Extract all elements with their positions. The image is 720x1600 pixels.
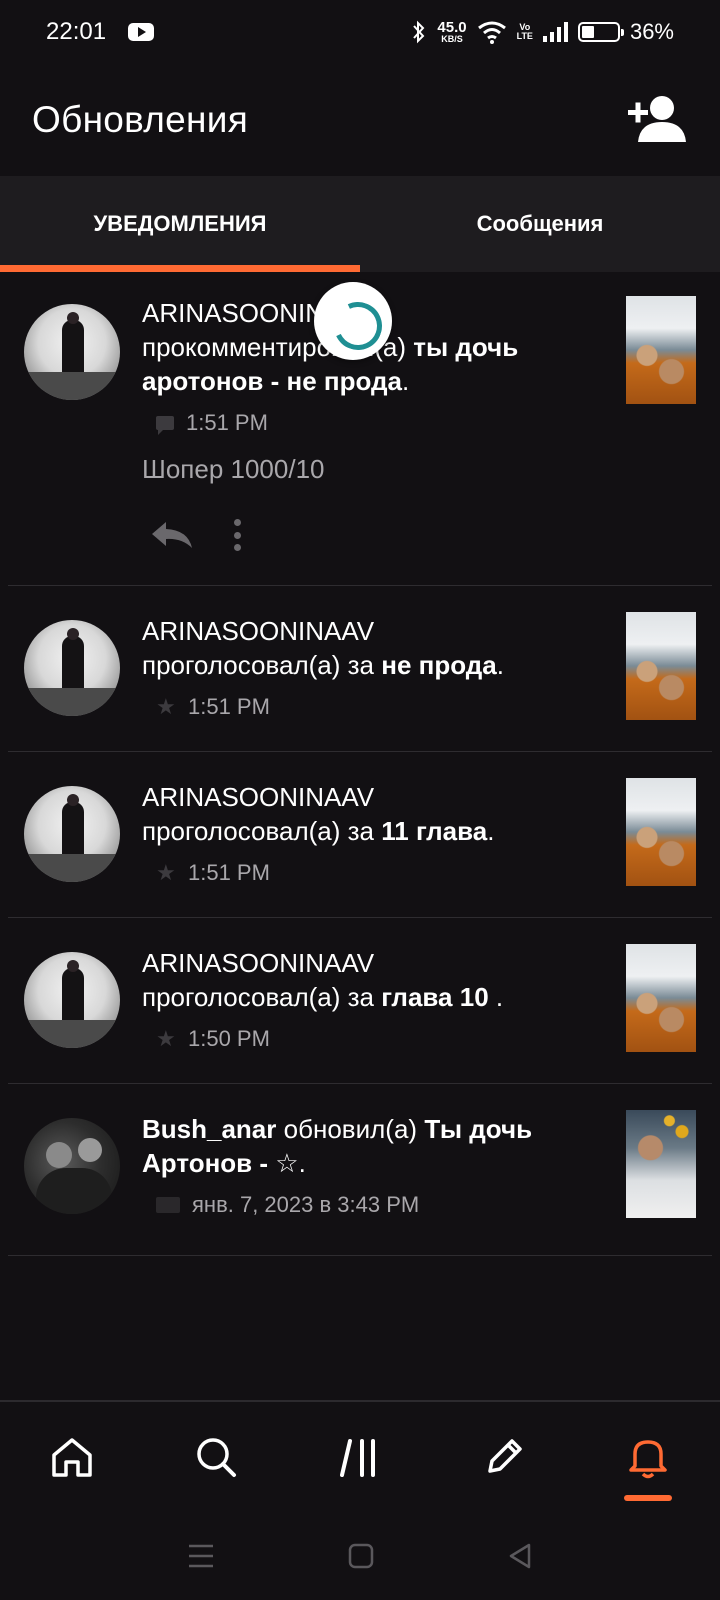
library-icon: [340, 1439, 375, 1477]
story-cover[interactable]: [626, 612, 696, 720]
timestamp: янв. 7, 2023 в 3:43 PM: [192, 1192, 420, 1217]
nav-library[interactable]: [320, 1417, 400, 1497]
comment-icon: [156, 416, 174, 435]
action-text: проголосовал(а) за: [142, 650, 375, 680]
notification-list: ARINASOONINAAV прокомментировал(а) ты до…: [0, 272, 720, 1256]
loading-spinner: [314, 282, 392, 360]
tab-messages[interactable]: Сообщения: [360, 176, 720, 272]
battery-percent: 36%: [629, 19, 674, 44]
timestamp: 1:51 PM: [188, 694, 270, 719]
menu-icon[interactable]: [187, 1543, 215, 1569]
list-item[interactable]: Bush_anar обновил(а) Ты дочь Артонов - ☆…: [8, 1084, 712, 1256]
notification-meta: ★ 1:51 PM: [142, 860, 604, 886]
add-friend-button[interactable]: [628, 94, 688, 146]
youtube-icon: [128, 23, 155, 41]
username[interactable]: ARINASOONINAAV: [142, 616, 374, 646]
action-text: проголосовал(а) за: [142, 816, 375, 846]
add-friend-icon: [628, 96, 686, 142]
home-icon: [52, 1438, 92, 1477]
star-icon: ★: [156, 860, 176, 885]
back-icon[interactable]: [507, 1542, 533, 1570]
app-header: Обновления: [0, 64, 720, 176]
home-square-icon[interactable]: [348, 1543, 374, 1569]
bluetooth-icon: [413, 20, 425, 44]
avatar[interactable]: [24, 786, 120, 882]
timestamp: 1:51 PM: [186, 410, 268, 435]
net-speed: 45.0 KB/S: [437, 19, 467, 44]
comment-text: Шопер 1000/10: [142, 454, 325, 484]
story-cover[interactable]: [626, 1110, 696, 1218]
bottom-nav: [0, 1400, 720, 1512]
search-icon: [197, 1438, 236, 1477]
avatar[interactable]: [24, 952, 120, 1048]
notifications-icon: [629, 1440, 667, 1479]
page-title: Обновления: [32, 99, 249, 140]
tab-notifications[interactable]: УВЕДОМЛЕНИЯ: [0, 176, 360, 272]
more-options-icon[interactable]: [234, 519, 242, 551]
reply-icon[interactable]: [150, 520, 194, 550]
system-nav-bar: [0, 1512, 720, 1600]
nav-home[interactable]: [32, 1417, 112, 1497]
book-icon: [156, 1197, 180, 1213]
story-cover[interactable]: [626, 778, 696, 886]
star-icon: ★: [156, 694, 176, 719]
volte-indicator: Vo LTE: [516, 22, 533, 41]
battery-icon: [577, 22, 624, 42]
signal-icon: [542, 22, 568, 42]
chapter-title[interactable]: не прода: [381, 650, 496, 680]
timestamp: 1:50 PM: [188, 1026, 270, 1051]
notification-meta: ★ 1:50 PM: [142, 1026, 604, 1052]
avatar[interactable]: [24, 1118, 120, 1214]
star-icon: ★: [156, 1026, 176, 1051]
action-text: обновил(а): [283, 1114, 418, 1144]
status-bar: 22:01 45.0 KB/S Vo LTE 36%: [0, 0, 720, 64]
tab-bar: УВЕДОМЛЕНИЯ Сообщения: [0, 176, 720, 272]
nav-notifications[interactable]: [608, 1417, 688, 1501]
status-time: 22:01: [46, 18, 107, 45]
wifi-icon: [477, 21, 506, 44]
notification-meta: янв. 7, 2023 в 3:43 PM: [142, 1192, 604, 1218]
story-cover[interactable]: [626, 944, 696, 1052]
chapter-title[interactable]: глава 10: [381, 982, 488, 1012]
username[interactable]: ARINASOONINAAV: [142, 948, 374, 978]
chapter-title[interactable]: 11 глава: [381, 816, 487, 846]
notification-meta: ★ 1:51 PM: [142, 694, 604, 720]
avatar[interactable]: [24, 304, 120, 400]
nav-search[interactable]: [176, 1417, 256, 1497]
avatar[interactable]: [24, 620, 120, 716]
action-text: проголосовал(а) за: [142, 982, 375, 1012]
list-item[interactable]: ARINASOONINAAV проголосовал(а) за глава …: [8, 918, 712, 1084]
username[interactable]: ARINASOONINAAV: [142, 782, 374, 812]
timestamp: 1:51 PM: [188, 860, 270, 885]
comment-actions: [142, 511, 604, 559]
username[interactable]: Bush_anar: [142, 1114, 276, 1144]
notification-meta: 1:51 PM: [142, 410, 604, 436]
nav-write[interactable]: [464, 1417, 544, 1497]
story-cover[interactable]: [626, 296, 696, 404]
write-icon: [488, 1439, 522, 1473]
list-item[interactable]: ARINASOONINAAV проголосовал(а) за 11 гла…: [8, 752, 712, 918]
list-item[interactable]: ARINASOONINAAV проголосовал(а) за не про…: [8, 586, 712, 752]
